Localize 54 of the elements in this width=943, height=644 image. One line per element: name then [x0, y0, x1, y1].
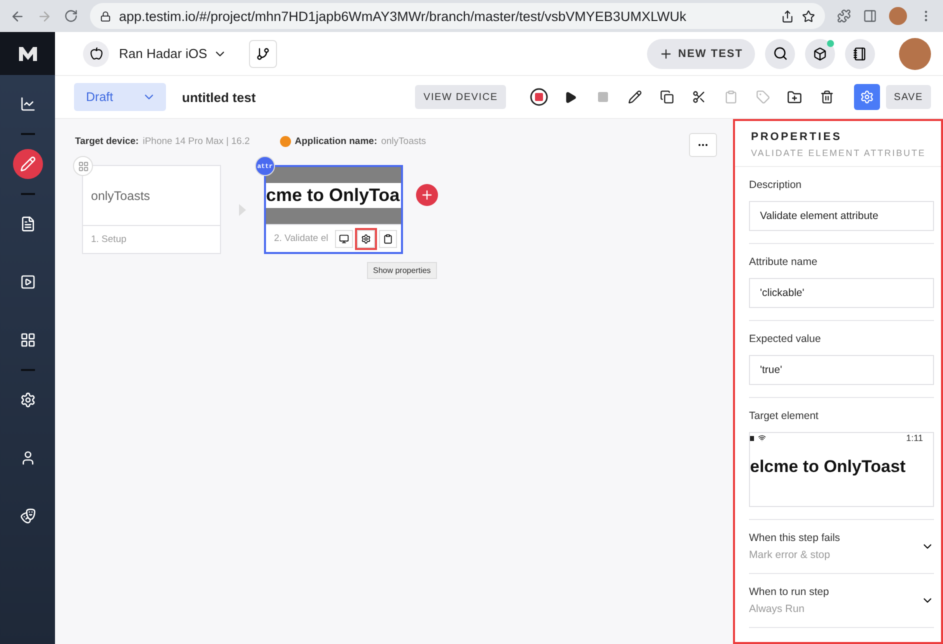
preview-text: elcme to OnlyToast [750, 457, 907, 477]
pencil-icon[interactable] [12, 149, 42, 179]
dropdown[interactable]: When this step fails Mark error & stop [749, 532, 934, 561]
input-field[interactable]: 'true' [749, 355, 934, 385]
field-label: Description [749, 179, 803, 191]
search-icon[interactable] [765, 38, 795, 68]
grid-icon [73, 156, 93, 176]
project-selector[interactable]: Ran Hadar iOS [119, 46, 228, 61]
monitor-icon[interactable] [335, 230, 353, 248]
cube-icon[interactable] [805, 38, 835, 68]
app-name-label: Application name: [294, 136, 378, 147]
step-card[interactable]: onlyToasts 1. Setup [82, 165, 221, 254]
lock-icon [100, 10, 111, 22]
app-name-value: onlyToasts [381, 136, 426, 147]
step-caption: 2. Validate el [274, 233, 330, 244]
clipboard-icon[interactable] [379, 230, 397, 248]
target-device-label: Target device: [75, 136, 139, 147]
branch-icon[interactable] [249, 40, 278, 68]
settings-icon[interactable] [357, 230, 375, 248]
plus-icon [420, 188, 434, 202]
reload-icon[interactable] [64, 9, 78, 23]
view-device-button[interactable]: VIEW DEVICE [415, 85, 506, 109]
share-icon[interactable] [781, 10, 794, 22]
field-label: Expected value [749, 333, 822, 345]
preview-time: 1:11 [906, 433, 923, 443]
panel-subtitle: VALIDATE ELEMENT ATTRIBUTE [751, 148, 927, 158]
back-icon[interactable] [10, 8, 25, 24]
profile-avatar[interactable] [889, 7, 907, 25]
address-bar[interactable]: app.testim.io/#/project/mhn7HD1japb6WmAY3MWr/branch/master/test/vsbVMYEB3UMXLWUk [90, 3, 825, 29]
step-caption: 1. Setup [91, 234, 128, 245]
plus-icon [659, 46, 674, 60]
screenshot-text: cme to OnlyToa [266, 183, 401, 208]
user-avatar[interactable] [899, 38, 931, 70]
apple-icon [83, 40, 109, 66]
wifi-icon [758, 434, 766, 442]
target-device-value: iPhone 14 Pro Max | 16.2 [142, 136, 250, 147]
field-label: Attribute name [749, 256, 818, 268]
star-icon[interactable] [802, 10, 815, 22]
side-panel-icon[interactable] [863, 9, 877, 23]
save-button[interactable]: SAVE [886, 85, 931, 109]
input-field[interactable]: Validate element attribute [749, 201, 934, 231]
new-test-button[interactable]: NEW TEST [647, 38, 755, 68]
add-step-button[interactable] [416, 184, 438, 206]
notebook-icon[interactable] [845, 38, 875, 68]
test-name: untitled test [182, 90, 257, 104]
status-dropdown[interactable]: Draft [74, 83, 166, 111]
panel-title: PROPERTIES [751, 131, 843, 143]
field-label: Target element [749, 410, 820, 422]
tooltip: Show properties [367, 262, 437, 279]
input-field[interactable]: 'clickable' [749, 278, 934, 308]
arrow-icon [239, 204, 246, 216]
dropdown[interactable]: When to run step Always Run [749, 586, 934, 615]
extensions-icon[interactable] [837, 9, 851, 23]
url-text: app.testim.io/#/project/mhn7HD1japb6WmAY3MWr/branch/master/test/vsbVMYEB3UMXLWUk [119, 8, 686, 24]
